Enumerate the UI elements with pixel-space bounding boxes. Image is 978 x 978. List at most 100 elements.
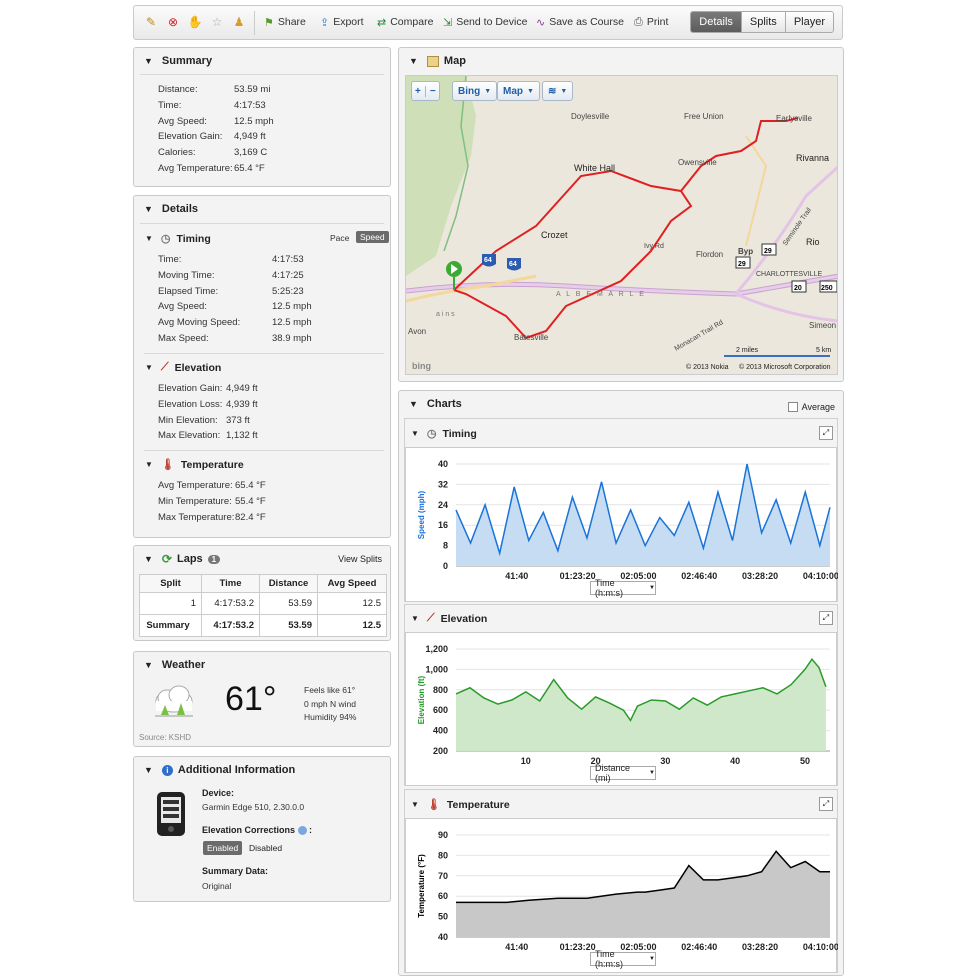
- checkbox-icon[interactable]: [787, 402, 798, 412]
- row-label: Avg Speed:: [158, 115, 207, 127]
- y-tick-label: 200: [433, 746, 448, 756]
- map-canvas[interactable]: Doylesville Free Union Earlysville White…: [405, 75, 838, 375]
- elevation-icon: ⟋: [426, 612, 435, 624]
- place-flordon: Flordon: [696, 250, 723, 259]
- save-as-course-button[interactable]: ∿ Save as Course: [536, 13, 624, 31]
- charts-header[interactable]: ▼ Charts: [399, 391, 843, 417]
- enabled-toggle[interactable]: Enabled: [203, 841, 243, 855]
- col-avg-speed[interactable]: Avg Speed: [317, 574, 387, 593]
- row-label: Max Elevation:: [158, 430, 221, 442]
- timing-chart-panel: ▼ ◷ Timing ⤢ 0 8 16 24 32 40 Speed (mph) 41:40 01:…: [404, 418, 839, 602]
- laps-title: Laps: [176, 553, 203, 565]
- place-owensville: Owensville: [678, 158, 717, 167]
- row-value: 65.4 °F: [234, 163, 265, 174]
- zoom-in-icon[interactable]: +: [415, 86, 421, 97]
- label-ains: a i n s: [436, 311, 455, 318]
- road-ivy: Ivy Rd: [644, 243, 664, 250]
- additional-header[interactable]: ▼ i Additional Information: [134, 757, 390, 783]
- laps-panel: ▼ ⟳ Laps 1 View Splits Split Time Distance …: [133, 545, 391, 641]
- dd-label: Distance (mi): [595, 763, 631, 783]
- details-header[interactable]: ▼ Details: [134, 196, 390, 222]
- distance-axis-select[interactable]: Distance (mi) ▼: [590, 763, 656, 783]
- export-button[interactable]: ⇪ Export: [320, 13, 364, 31]
- y-tick-label: 800: [433, 685, 448, 695]
- time-axis-select[interactable]: Time (h:m:s) ▼: [590, 949, 656, 969]
- place-rio: Rio: [806, 237, 820, 247]
- expand-icon[interactable]: ⤢: [819, 797, 833, 811]
- col-distance[interactable]: Distance: [259, 574, 318, 593]
- row-value: 4:17:53: [234, 99, 266, 111]
- users-icon[interactable]: ♟: [232, 15, 246, 29]
- speed-toggle[interactable]: Speed: [356, 231, 389, 243]
- print-button[interactable]: ⎙ Print: [634, 13, 668, 31]
- view-splits-link[interactable]: View Splits: [338, 554, 382, 564]
- pace-toggle[interactable]: Pace: [330, 233, 349, 243]
- elevation-subheader[interactable]: ▼ ⟋ Elevation: [145, 361, 221, 374]
- temperature-subheader[interactable]: ▼ 🌡 Temperature: [145, 458, 244, 472]
- shield-64a: 64: [484, 257, 492, 264]
- bing-logo: bing: [412, 361, 431, 371]
- y-tick-label: 600: [433, 705, 448, 715]
- row-label: Max Speed:: [158, 333, 209, 344]
- compare-icon: ⇄: [377, 16, 387, 29]
- cell: 12.5: [317, 614, 387, 637]
- chevron-down-icon: ▼: [527, 87, 534, 95]
- collapse-icon: ▼: [145, 363, 153, 372]
- y-tick-label: 50: [438, 912, 448, 922]
- map-header[interactable]: ▼ Map: [399, 48, 843, 74]
- help-icon[interactable]: [297, 826, 307, 836]
- disabled-toggle[interactable]: Disabled: [249, 843, 282, 853]
- elevation-icon: ⟋: [160, 361, 169, 373]
- scale-km: 5 km: [816, 347, 831, 354]
- layers-select[interactable]: ≋ ▼: [542, 81, 574, 101]
- y-axis-label: Speed (mph): [417, 490, 426, 539]
- details-title: Details: [161, 203, 198, 215]
- zoom-out-icon[interactable]: −: [424, 85, 436, 97]
- row-label: Time:: [158, 99, 182, 111]
- table-row[interactable]: 1 4:17:53.2 53.59 12.5: [139, 592, 387, 615]
- compare-button[interactable]: ⇄ Compare: [377, 13, 433, 31]
- map-type-select[interactable]: Map ▼: [497, 81, 540, 101]
- timing-chart-header[interactable]: ▼ ◷ Timing: [411, 427, 477, 441]
- row-value: 82.4 °F: [235, 511, 266, 523]
- place-simeon: Simeon: [809, 321, 836, 330]
- average-checkbox[interactable]: Average: [787, 402, 835, 412]
- cell: 53.59: [259, 592, 318, 615]
- weather-header[interactable]: ▼ Weather: [134, 652, 390, 678]
- collapse-icon: ▼: [411, 429, 419, 438]
- thumbs-up-icon[interactable]: ✋: [188, 15, 203, 29]
- temperature-chart-header[interactable]: ▼ 🌡 Temperature: [411, 798, 510, 812]
- collapse-icon: ▼: [411, 800, 419, 809]
- pencil-icon[interactable]: ✎: [144, 15, 158, 29]
- tab-player[interactable]: Player: [784, 12, 833, 32]
- time-axis-select[interactable]: Time (h:m:s) ▼: [590, 578, 656, 598]
- tab-details[interactable]: Details: [691, 12, 741, 32]
- y-axis-label: Temperature (°F): [417, 854, 426, 918]
- delete-icon[interactable]: ⊗: [166, 15, 180, 29]
- compare-label: Compare: [390, 16, 434, 28]
- place-earlysville: Earlysville: [776, 114, 813, 123]
- share-button[interactable]: ⚑ Share: [264, 13, 306, 31]
- x-tick-label: 50: [800, 756, 810, 766]
- copyright-nokia: © 2013 Nokia: [686, 363, 729, 371]
- col-time[interactable]: Time: [201, 574, 260, 593]
- col-split[interactable]: Split: [139, 574, 202, 593]
- cell: 1: [139, 592, 202, 615]
- star-icon[interactable]: ☆: [210, 15, 224, 29]
- expand-icon[interactable]: ⤢: [819, 611, 833, 625]
- timing-subheader[interactable]: ▼ ◷ Timing: [145, 232, 211, 246]
- print-icon: ⎙: [634, 15, 643, 28]
- map-provider-select[interactable]: Bing ▼: [452, 81, 498, 101]
- elevation-chart-header[interactable]: ▼ ⟋ Elevation: [411, 612, 487, 625]
- row-value: 12.5 mph: [272, 317, 312, 329]
- row-value: 4,949 ft: [234, 131, 266, 143]
- map-title: Map: [443, 55, 466, 67]
- expand-icon[interactable]: ⤢: [819, 426, 833, 440]
- row-label: Min Temperature:: [158, 495, 232, 507]
- y-tick-label: 90: [438, 830, 448, 840]
- summary-header[interactable]: ▼ Summary: [134, 48, 390, 74]
- elevation-corrections-label: Elevation Corrections :: [202, 825, 313, 836]
- place-crozet: Crozet: [541, 230, 568, 240]
- tab-splits[interactable]: Splits: [740, 12, 785, 32]
- send-to-device-button[interactable]: ⇲ Send to Device: [443, 13, 527, 31]
